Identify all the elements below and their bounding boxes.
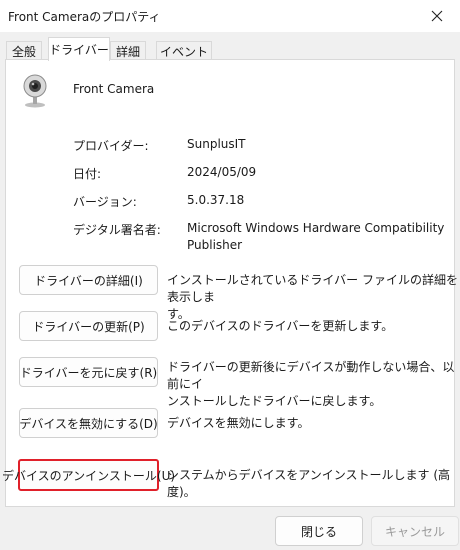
tab-label: イベント xyxy=(159,44,208,59)
close-button[interactable]: 閉じる xyxy=(275,516,363,546)
description-line: ドライバーの更新後にデバイスが動作しない場合、以前にイ xyxy=(167,360,455,391)
button-label: デバイスを無効にする(D) xyxy=(19,416,158,431)
description-line: このデバイスのドライバーを更新します。 xyxy=(167,319,394,333)
tab-strip: 全般 ドライバー 詳細 イベント xyxy=(0,32,460,61)
driver-details-description: インストールされているドライバー ファイルの詳細を表示しま す。 xyxy=(167,272,460,323)
tab-label: 詳細 xyxy=(115,44,140,59)
button-label: ドライバーの詳細(I) xyxy=(34,273,143,288)
button-label: ドライバーの更新(P) xyxy=(32,319,145,334)
button-label: 閉じる xyxy=(300,524,337,539)
button-label: デバイスのアンインストール(U) xyxy=(1,468,176,483)
button-label: キャンセル xyxy=(384,524,445,539)
tab-general[interactable]: 全般 xyxy=(6,41,42,60)
version-value: 5.0.37.18 xyxy=(187,193,245,207)
rollback-driver-description: ドライバーの更新後にデバイスが動作しない場合、以前にイ ンストールしたドライバー… xyxy=(167,359,460,410)
description-line: インストールされているドライバー ファイルの詳細を表示しま xyxy=(167,273,458,304)
provider-label: プロバイダー: xyxy=(73,139,149,153)
date-label: 日付: xyxy=(73,167,102,181)
tab-label: 全般 xyxy=(11,44,36,59)
description-line: デバイスを無効にします。 xyxy=(167,416,310,430)
uninstall-device-description: システムからデバイスをアンインストールします (高度)。 xyxy=(167,467,460,501)
cancel-button[interactable]: キャンセル xyxy=(371,516,459,546)
date-value: 2024/05/09 xyxy=(187,165,257,179)
window-title: Front Cameraのプロパティ xyxy=(8,10,161,24)
button-label: ドライバーを元に戻す(R) xyxy=(19,365,158,380)
description-line: システムからデバイスをアンインストールします (高度)。 xyxy=(167,468,451,499)
tab-driver[interactable]: ドライバー xyxy=(48,37,110,61)
title-bar: Front Cameraのプロパティ xyxy=(0,0,460,32)
update-driver-description: このデバイスのドライバーを更新します。 xyxy=(167,318,393,335)
rollback-driver-button[interactable]: ドライバーを元に戻す(R) xyxy=(19,357,158,387)
tab-details[interactable]: 詳細 xyxy=(110,41,146,60)
driver-details-button[interactable]: ドライバーの詳細(I) xyxy=(19,265,158,295)
version-label: バージョン: xyxy=(73,195,137,209)
tab-label: ドライバー xyxy=(49,43,109,57)
device-name: Front Camera xyxy=(73,82,155,96)
signer-label: デジタル署名者: xyxy=(73,223,161,237)
close-window-button[interactable] xyxy=(414,0,460,32)
uninstall-device-button[interactable]: デバイスのアンインストール(U) xyxy=(2,459,175,491)
close-icon xyxy=(431,10,443,22)
disable-device-button[interactable]: デバイスを無効にする(D) xyxy=(19,408,158,438)
tab-events[interactable]: イベント xyxy=(156,41,212,60)
provider-value: SunplusIT xyxy=(187,137,246,151)
disable-device-description: デバイスを無効にします。 xyxy=(167,415,309,432)
signer-value-line: Microsoft Windows Hardware Compatibility xyxy=(187,221,445,235)
signer-value: Microsoft Windows Hardware Compatibility… xyxy=(187,220,444,254)
update-driver-button[interactable]: ドライバーの更新(P) xyxy=(19,311,158,341)
description-line: ンストールしたドライバーに戻します。 xyxy=(167,394,382,408)
signer-value-line: Publisher xyxy=(187,238,243,252)
webcam-icon xyxy=(21,74,49,108)
